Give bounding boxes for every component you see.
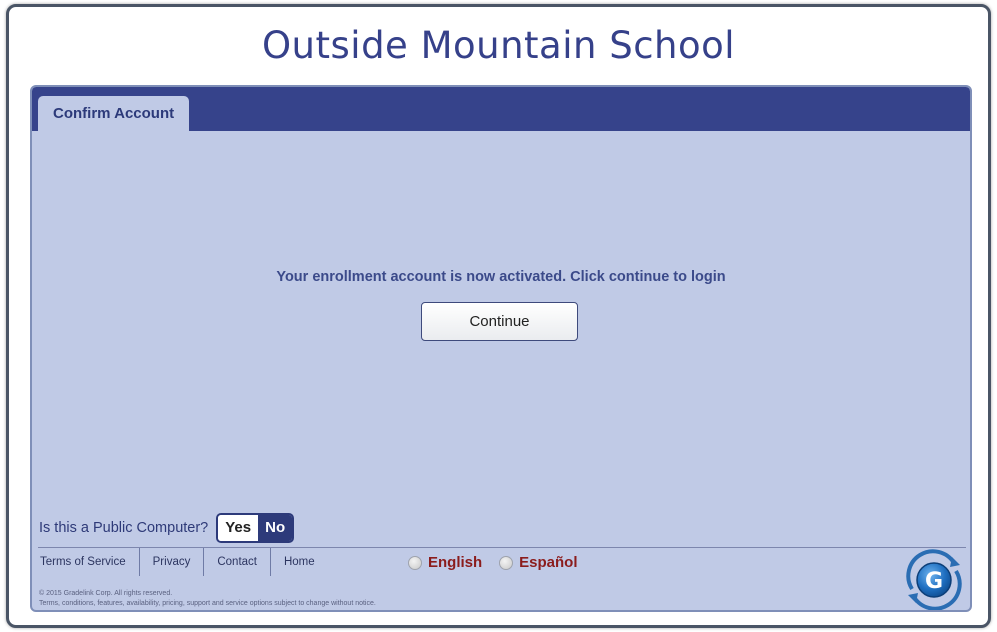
language-selector: English Español <box>408 554 595 571</box>
english-label: English <box>428 554 483 571</box>
disclaimer-text: Terms, conditions, features, availabilit… <box>39 600 376 607</box>
footer-link-terms[interactable]: Terms of Service <box>38 548 139 576</box>
spanish-label: Español <box>519 554 578 571</box>
public-yes-button[interactable]: Yes <box>218 515 259 541</box>
copyright-text: © 2015 Gradelink Corp. All rights reserv… <box>39 590 173 597</box>
language-option-english[interactable]: English <box>408 554 482 571</box>
spanish-radio[interactable] <box>499 555 514 570</box>
public-computer-label: Is this a Public Computer? <box>39 520 209 536</box>
gradelink-logo-icon: G <box>902 549 966 610</box>
public-computer-toggle: Yes No <box>216 513 295 543</box>
main-panel: Confirm Account Your enrollment account … <box>30 85 972 612</box>
public-no-button[interactable]: No <box>258 515 293 541</box>
tab-confirm-account[interactable]: Confirm Account <box>38 96 190 131</box>
footer-link-home[interactable]: Home <box>269 548 328 576</box>
english-radio[interactable] <box>408 555 422 570</box>
public-computer-row: Is this a Public Computer? Yes No <box>39 513 295 543</box>
copyright-block: © 2015 Gradelink Corp. All rights reserv… <box>39 589 376 609</box>
continue-button[interactable]: Continue <box>421 302 578 341</box>
activation-message: Your enrollment account is now activated… <box>276 269 726 285</box>
language-option-spanish[interactable]: Español <box>499 554 578 571</box>
school-title: Outside Mountain School <box>261 24 736 67</box>
svg-text:G: G <box>925 569 943 594</box>
footer-links: Terms of Service Privacy Contact Home <box>38 548 328 576</box>
tab-bar: Confirm Account <box>32 87 970 131</box>
footer-link-privacy[interactable]: Privacy <box>138 548 204 576</box>
footer-link-contact[interactable]: Contact <box>203 548 270 576</box>
